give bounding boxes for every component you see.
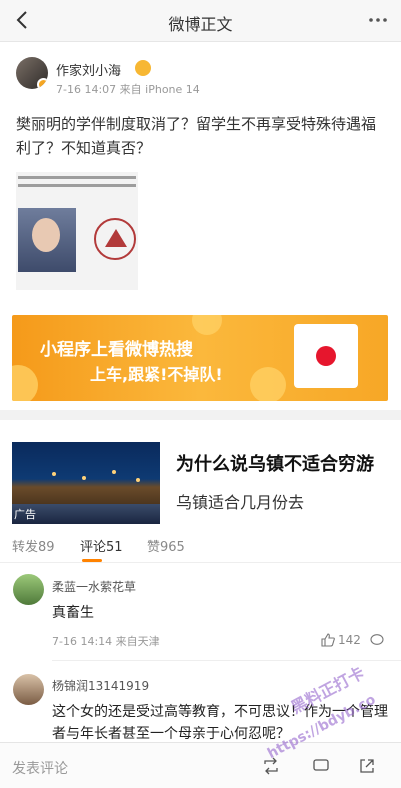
banner-headline: 小程序上看微博热搜: [40, 340, 193, 360]
comment-icon[interactable]: [312, 757, 330, 775]
banner-subline: 上车,跟紧!不掉队!: [90, 365, 223, 384]
image-text-line: [18, 176, 136, 179]
comment-text: 真畜生: [52, 605, 94, 621]
commenter-avatar[interactable]: [13, 574, 44, 605]
interaction-tabs: 转发89 评论51 赞965: [0, 534, 401, 562]
page-title: 微博正文: [168, 15, 233, 34]
commenter-avatar[interactable]: [13, 674, 44, 705]
comment-input[interactable]: 发表评论: [12, 758, 68, 778]
weibo-logo-icon: [316, 346, 336, 366]
mini-program-banner[interactable]: 小程序上看微博热搜 上车,跟紧!不掉队!: [12, 315, 388, 401]
comment-divider: [52, 660, 401, 661]
ad-label: 广告: [14, 508, 36, 521]
post-text: 樊丽明的学伴制度取消了？留学生不再享受特殊待遇福利了？不知道真否？: [16, 115, 377, 157]
commenter-name[interactable]: 杨锦润13141919: [52, 677, 149, 694]
author-avatar[interactable]: [16, 57, 48, 89]
more-options-icon[interactable]: [367, 9, 389, 31]
section-divider: [0, 410, 401, 420]
share-icon[interactable]: [358, 757, 376, 775]
verified-badge-icon: [37, 78, 48, 89]
commenter-name[interactable]: 柔蓝一水萦花草: [52, 578, 136, 595]
portrait-face: [32, 218, 60, 252]
like-count: 142: [338, 633, 361, 647]
qr-code: [294, 324, 358, 388]
like-thumb-icon[interactable]: [321, 633, 335, 647]
tab-likes[interactable]: 赞965: [147, 536, 185, 555]
divider: [0, 562, 401, 563]
member-crown-icon: [135, 60, 151, 76]
ad-subtitle[interactable]: 乌镇适合几月份去: [176, 489, 304, 513]
post-timestamp-source: 7-16 14:07 来自 iPhone 14: [56, 83, 200, 96]
sponsored-ad-card[interactable]: 广告 为什么说乌镇不适合穷游 乌镇适合几月份去: [0, 438, 401, 526]
tab-reposts[interactable]: 转发89: [12, 536, 55, 555]
post-image[interactable]: [16, 172, 138, 290]
author-name[interactable]: 作家刘小海: [56, 60, 121, 79]
tab-comments[interactable]: 评论51: [80, 536, 123, 555]
bottom-action-bar: 发表评论: [0, 742, 401, 788]
reply-bubble-icon[interactable]: [370, 633, 384, 647]
image-text-line: [18, 184, 136, 187]
top-navigation-bar: 微博正文: [0, 0, 401, 42]
ad-title[interactable]: 为什么说乌镇不适合穷游: [176, 450, 401, 476]
university-seal-icon: [94, 218, 136, 260]
comment-timestamp: 7-16 14:14 来自天津: [52, 635, 160, 648]
